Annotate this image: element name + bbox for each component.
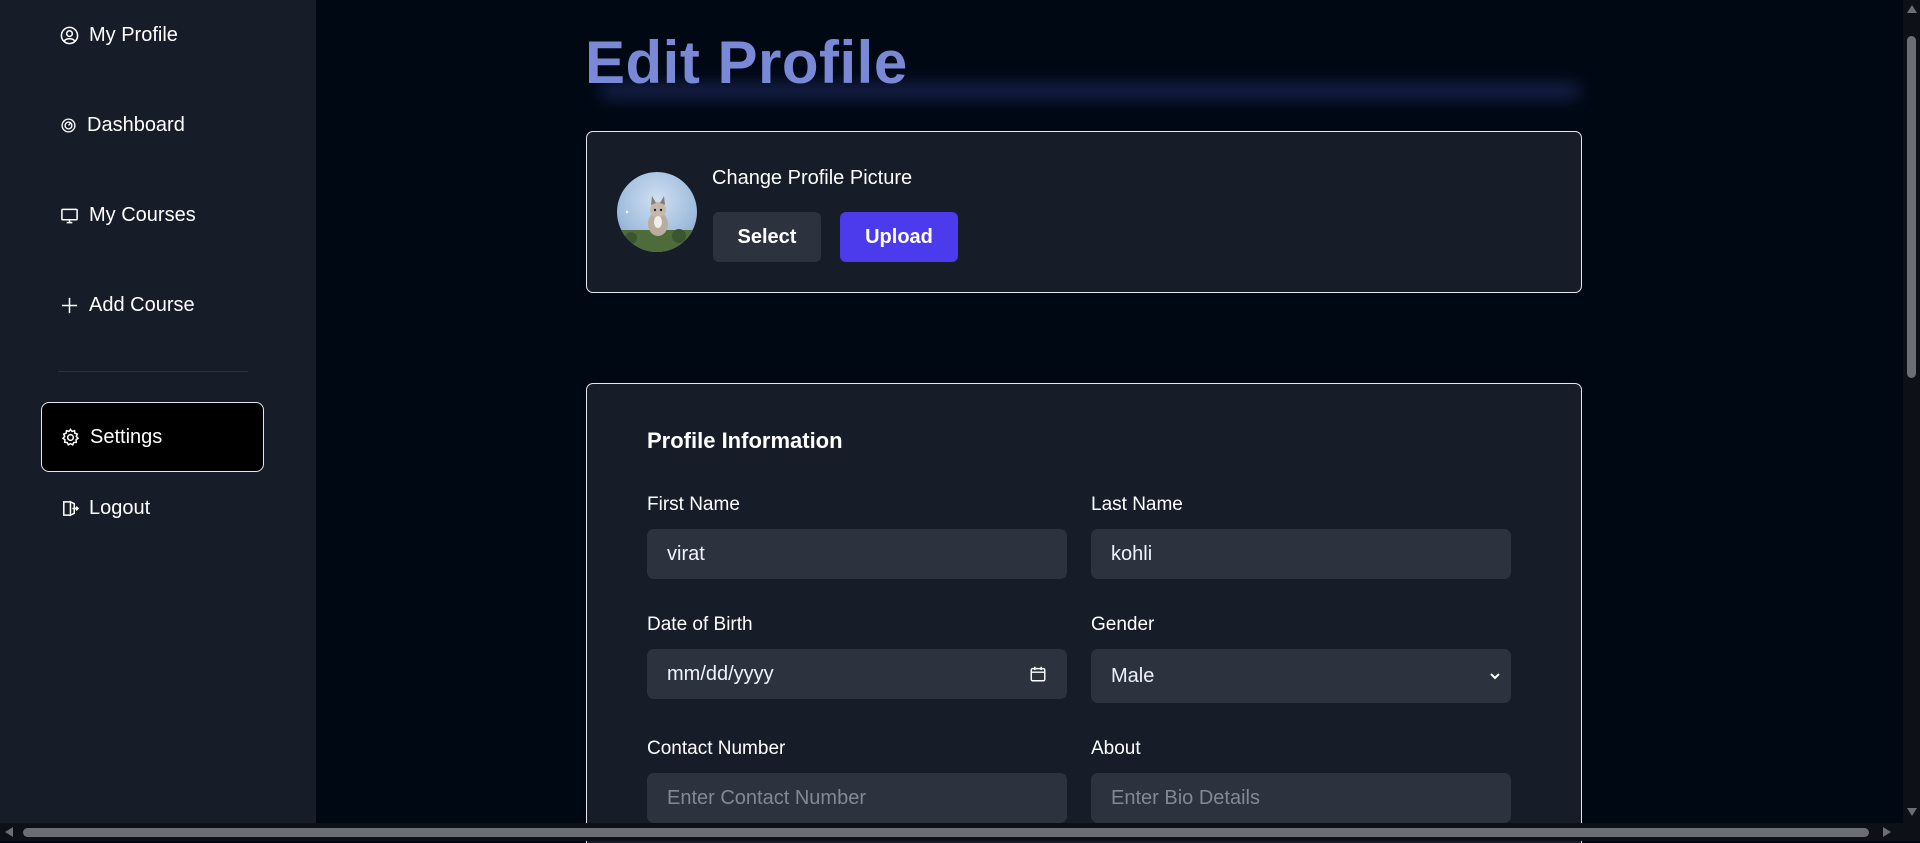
sidebar-item-label: My Profile (89, 24, 178, 46)
chevron-down-icon (1490, 673, 1500, 680)
gender-value: Male (1111, 664, 1155, 687)
user-circle-icon (60, 26, 79, 45)
gender-label: Gender (1091, 614, 1155, 635)
horizontal-scroll-thumb[interactable] (23, 828, 1869, 837)
page-title: Edit Profile (585, 29, 908, 96)
sidebar-item-settings-content[interactable]: Settings (61, 426, 162, 449)
sidebar-item-my-profile[interactable]: My Profile (60, 24, 178, 47)
scroll-right-arrow-icon[interactable] (1883, 827, 1891, 837)
scroll-down-arrow-icon[interactable] (1907, 808, 1917, 816)
sidebar-item-label: Settings (90, 426, 163, 448)
first-name-label: First Name (647, 494, 740, 515)
profile-information-card: Profile Information First Name virat Las… (586, 383, 1582, 843)
sidebar-item-label: Dashboard (87, 114, 185, 136)
dob-label: Date of Birth (647, 614, 753, 635)
logout-icon (63, 500, 79, 517)
about-field[interactable] (1091, 773, 1511, 823)
sidebar-item-label: My Courses (89, 204, 196, 226)
dob-field[interactable]: mm/dd/yyyy (647, 649, 1067, 699)
dob-value: mm/dd/yyyy (667, 662, 774, 685)
vertical-scroll-thumb[interactable] (1907, 36, 1916, 378)
gear-icon (61, 428, 80, 446)
profile-picture-card: Change Profile Picture Select Upload (586, 131, 1582, 293)
scroll-up-arrow-icon[interactable] (1907, 5, 1917, 13)
calendar-icon[interactable] (1029, 665, 1047, 683)
select-button[interactable]: Select (713, 212, 821, 262)
scroll-left-arrow-icon[interactable] (5, 827, 13, 837)
gauge-icon (61, 118, 76, 133)
sidebar-item-label: Logout (89, 497, 151, 519)
contact-number-label: Contact Number (647, 738, 786, 759)
sidebar-item-my-courses[interactable]: My Courses (60, 204, 196, 227)
upload-button[interactable]: Upload (840, 212, 958, 262)
plus-icon (61, 297, 78, 314)
monitor-icon (61, 208, 78, 224)
section-title: Profile Information (647, 428, 843, 453)
vertical-scrollbar[interactable] (1903, 0, 1920, 823)
horizontal-scrollbar[interactable] (0, 823, 1920, 841)
sidebar-item-dashboard[interactable]: Dashboard (60, 114, 185, 137)
last-name-field[interactable]: kohli (1091, 529, 1511, 579)
sidebar-item-label: Add Course (89, 294, 195, 316)
cat-photo-icon (617, 196, 697, 252)
about-label: About (1091, 738, 1141, 759)
avatar[interactable] (617, 172, 697, 252)
sidebar: My Profile Dashboard My Courses Add Cour… (0, 0, 316, 823)
last-name-label: Last Name (1091, 494, 1183, 515)
sidebar-divider (58, 371, 248, 372)
change-picture-label: Change Profile Picture (712, 167, 913, 189)
gender-select[interactable]: Male (1091, 649, 1511, 703)
contact-number-field[interactable] (647, 773, 1067, 823)
first-name-field[interactable]: virat (647, 529, 1067, 579)
sidebar-item-logout[interactable]: Logout (60, 497, 150, 520)
sidebar-item-add-course[interactable]: Add Course (60, 294, 195, 317)
